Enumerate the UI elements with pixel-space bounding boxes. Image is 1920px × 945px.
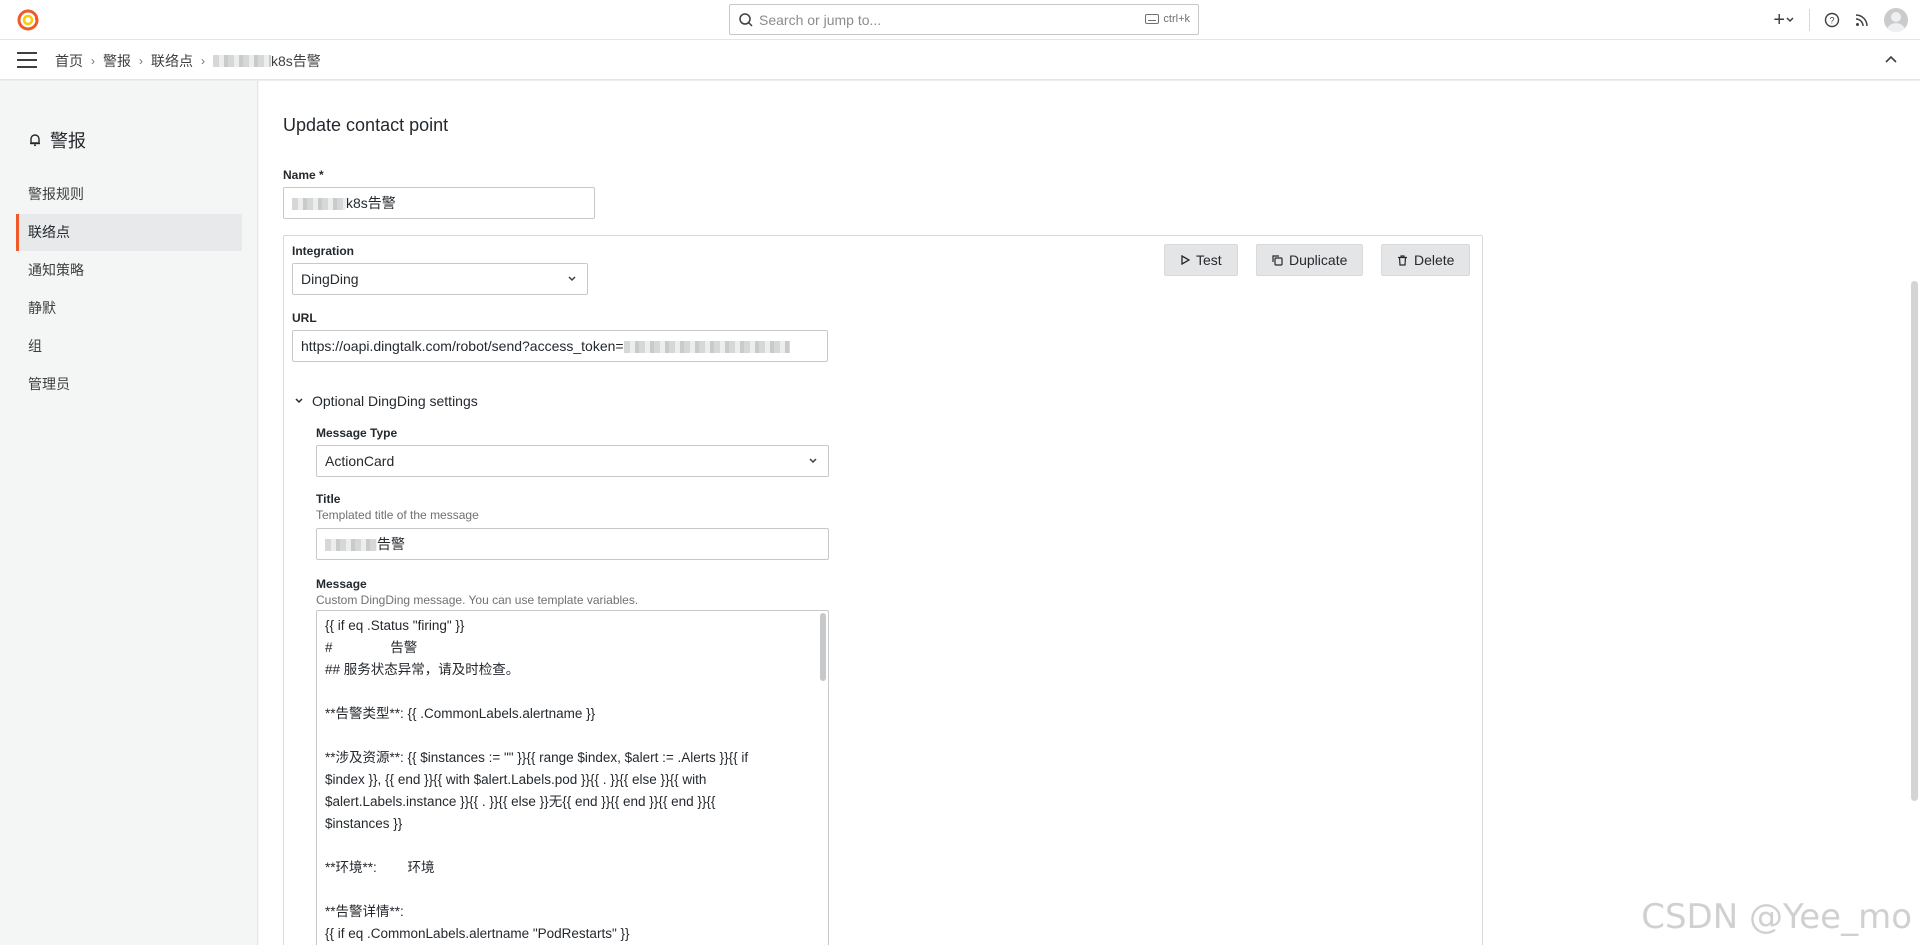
url-input[interactable]: https://oapi.dingtalk.com/robot/send?acc… — [292, 330, 828, 362]
message-line — [325, 681, 820, 703]
keyboard-icon — [1145, 14, 1160, 24]
sidebar-item-silences[interactable]: 静默 — [16, 290, 242, 327]
breadcrumb-alerting[interactable]: 警报 — [103, 51, 131, 71]
message-label: Message — [316, 577, 367, 591]
breadcrumb-bar: 首页 › 警报 › 联络点 › k8s告警 — [0, 40, 1920, 80]
message-line: **环境**: 环境 — [325, 860, 435, 875]
search-input[interactable]: Search or jump to... ctrl+k — [729, 4, 1199, 35]
grafana-logo-icon[interactable] — [16, 8, 40, 32]
message-line — [325, 725, 820, 747]
user-avatar[interactable] — [1884, 8, 1908, 32]
chevron-right-icon: › — [91, 54, 95, 68]
topbar-actions: + ? — [1773, 0, 1908, 40]
breadcrumb-home[interactable]: 首页 — [55, 51, 83, 71]
help-icon[interactable]: ? — [1824, 12, 1840, 28]
message-line: $instances }} — [325, 816, 403, 831]
redacted-text — [213, 55, 271, 67]
page-title: Update contact point — [283, 115, 449, 135]
menu-icon[interactable] — [17, 52, 37, 68]
message-line: $index }}, {{ end }}{{ with $alert.Label… — [325, 772, 707, 787]
news-rss-icon[interactable] — [1854, 12, 1870, 28]
name-input[interactable]: k8s告警 — [283, 187, 595, 219]
chevron-right-icon: › — [201, 54, 205, 68]
message-line: **告警类型**: {{ .CommonLabels.alertname }} — [325, 706, 596, 721]
bell-icon — [30, 134, 40, 147]
integration-label: Integration — [292, 244, 354, 258]
title-description: Templated title of the message — [316, 508, 479, 522]
message-line — [325, 835, 820, 857]
section-title: 警报 — [28, 127, 86, 153]
message-type-label: Message Type — [316, 426, 398, 440]
redacted-text — [325, 539, 377, 552]
search-icon — [739, 13, 753, 27]
url-label: URL — [292, 311, 317, 325]
duplicate-button[interactable]: Duplicate — [1256, 244, 1364, 276]
chevron-down-icon — [568, 276, 576, 282]
redacted-text — [623, 341, 790, 354]
message-type-select[interactable]: ActionCard — [316, 445, 829, 477]
section-nav: 警报 警报规则 联络点 通知策略 静默 组 管理员 — [0, 81, 258, 945]
copy-icon — [1272, 254, 1283, 266]
breadcrumb-current: k8s告警 — [271, 53, 321, 69]
new-button[interactable]: + — [1773, 9, 1795, 32]
title-label: Title — [316, 492, 341, 506]
redacted-text — [292, 198, 346, 211]
shortcut-hint: ctrl+k — [1145, 13, 1190, 25]
chevron-down-icon — [295, 398, 303, 404]
message-textarea[interactable]: {{ if eq .Status "firing" }} # 告警 ## 服务状… — [316, 610, 829, 945]
message-line: {{ if eq .Status "firing" }} — [325, 618, 465, 633]
sidebar-item-admin[interactable]: 管理员 — [16, 366, 242, 403]
search-placeholder: Search or jump to... — [759, 12, 882, 28]
plus-icon: + — [1773, 8, 1785, 31]
sidebar-item-alert-rules[interactable]: 警报规则 — [16, 176, 242, 213]
chevron-up-icon[interactable] — [1884, 53, 1898, 67]
optional-settings-toggle[interactable]: Optional DingDing settings — [294, 393, 478, 409]
integration-card: Integration DingDing Test Duplicate Dele… — [283, 235, 1483, 945]
message-line: ## 服务状态异常，请及时检查。 — [325, 662, 520, 677]
message-line: # 告警 — [325, 640, 418, 655]
name-label: Name * — [283, 168, 324, 182]
breadcrumb: 首页 › 警报 › 联络点 › k8s告警 — [55, 51, 321, 71]
test-button[interactable]: Test — [1164, 244, 1238, 276]
user-icon — [1886, 12, 1906, 32]
svg-text:?: ? — [1829, 16, 1834, 26]
delete-button[interactable]: Delete — [1381, 244, 1471, 276]
message-line: **告警详情**: — [325, 904, 404, 919]
sidebar-item-groups[interactable]: 组 — [16, 328, 242, 365]
divider — [1809, 9, 1810, 31]
message-line: {{ if eq .CommonLabels.alertname "PodRes… — [325, 926, 630, 941]
message-line — [325, 879, 820, 901]
top-bar: Search or jump to... ctrl+k + ? — [0, 0, 1920, 40]
chevron-right-icon: › — [139, 54, 143, 68]
breadcrumb-contact-points[interactable]: 联络点 — [151, 51, 193, 71]
chevron-down-icon — [1786, 17, 1794, 23]
watermark: CSDN @Yee_mo — [1641, 897, 1912, 937]
integration-select[interactable]: DingDing — [292, 263, 588, 295]
play-icon — [1181, 255, 1190, 265]
message-line: **涉及资源**: {{ $instances := "" }}{{ range… — [325, 750, 749, 765]
sidebar-item-contact-points[interactable]: 联络点 — [16, 214, 242, 251]
message-description: Custom DingDing message. You can use tem… — [316, 593, 639, 607]
message-line: $alert.Labels.instance }}{{ . }}{{ else … — [325, 794, 716, 809]
trash-icon — [1398, 254, 1407, 266]
title-input[interactable]: 告警 — [316, 528, 829, 560]
sidebar-item-notification-policies[interactable]: 通知策略 — [16, 252, 242, 289]
chevron-down-icon — [809, 458, 817, 464]
main-content: Update contact point Name * k8s告警 Integr… — [259, 81, 1920, 945]
textarea-scrollbar[interactable] — [820, 613, 826, 681]
page-scrollbar[interactable] — [1911, 281, 1918, 801]
